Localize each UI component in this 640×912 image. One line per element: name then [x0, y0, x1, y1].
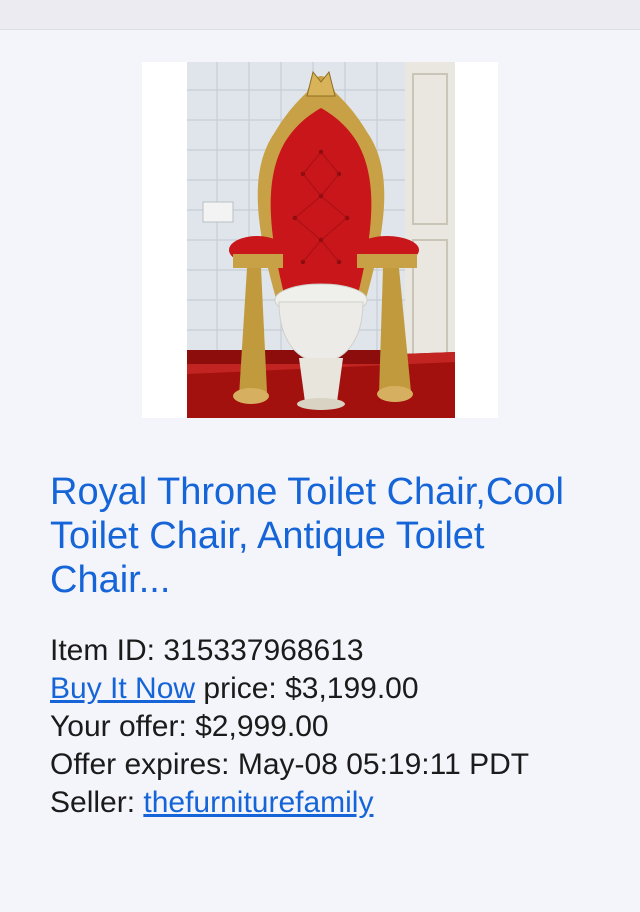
top-bar [0, 0, 640, 30]
buy-it-now-link[interactable]: Buy It Now [50, 672, 195, 705]
listing-title-link[interactable]: Royal Throne Toilet Chair,Cool Toilet Ch… [50, 470, 610, 602]
offer-label: Your offer: [50, 710, 196, 743]
expires-label: Offer expires: [50, 748, 238, 781]
item-photo-frame [142, 62, 498, 418]
offer-value: $2,999.00 [195, 710, 329, 743]
price-row: Buy It Now price: $3,199.00 [50, 670, 620, 708]
offer-row: Your offer: $2,999.00 [50, 708, 620, 746]
listing-details: Item ID: 315337968613 Buy It Now price: … [50, 632, 620, 822]
price-value: $3,199.00 [285, 672, 419, 705]
item-photo[interactable] [187, 62, 455, 418]
item-id-row: Item ID: 315337968613 [50, 632, 620, 670]
seller-label: Seller: [50, 786, 144, 819]
seller-link[interactable]: thefurniturefamily [143, 786, 373, 819]
expires-value: May-08 05:19:11 PDT [237, 748, 530, 781]
item-id-label: Item ID: [50, 634, 164, 667]
item-id-value: 315337968613 [163, 634, 364, 667]
expires-row: Offer expires: May-08 05:19:11 PDT [50, 746, 620, 784]
seller-row: Seller: thefurniturefamily [50, 784, 620, 822]
price-label: price: [195, 672, 286, 705]
